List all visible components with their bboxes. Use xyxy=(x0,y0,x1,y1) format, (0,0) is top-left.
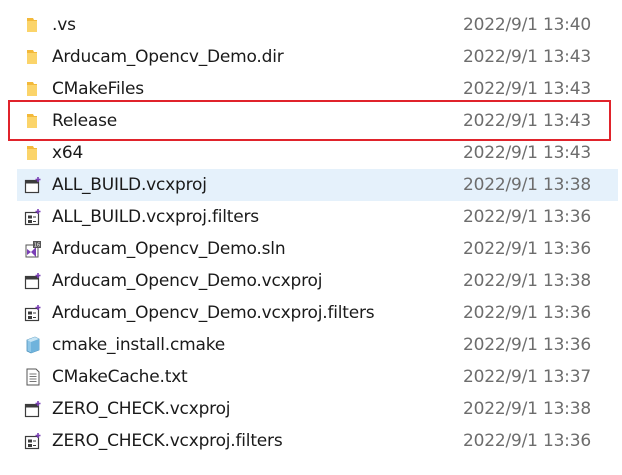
vcxproj-icon xyxy=(24,177,41,194)
file-name: Arducam_Opencv_Demo.vcxproj.filters xyxy=(52,303,375,323)
file-row-x64[interactable]: x64 2022/9/1 13:43 xyxy=(0,137,622,169)
folder-icon xyxy=(27,18,37,32)
file-name: x64 xyxy=(52,143,84,163)
visual-studio-solution-icon: 16 xyxy=(25,241,41,258)
file-name: CMakeFiles xyxy=(52,79,144,99)
vcxproj-icon xyxy=(24,401,41,418)
file-date: 2022/9/1 13:36 xyxy=(463,303,591,323)
file-row-vs[interactable]: .vs 2022/9/1 13:40 xyxy=(0,9,622,41)
svg-text:16: 16 xyxy=(34,243,40,249)
file-row-arducam-vcxproj[interactable]: Arducam_Opencv_Demo.vcxproj 2022/9/1 13:… xyxy=(0,265,622,297)
file-row-sln[interactable]: 16 Arducam_Opencv_Demo.sln 2022/9/1 13:3… xyxy=(0,233,622,265)
file-row-all-build-vcxproj[interactable]: ALL_BUILD.vcxproj 2022/9/1 13:38 xyxy=(17,169,618,201)
vcxproj-icon xyxy=(24,273,41,290)
vcxproj-filters-icon xyxy=(24,305,41,322)
file-row-cmakecache[interactable]: CMakeCache.txt 2022/9/1 13:37 xyxy=(0,361,622,393)
file-row-zero-check-vcxproj[interactable]: ZERO_CHECK.vcxproj 2022/9/1 13:38 xyxy=(0,393,622,425)
folder-icon xyxy=(27,146,37,160)
file-date: 2022/9/1 13:40 xyxy=(463,15,591,35)
file-name: ZERO_CHECK.vcxproj.filters xyxy=(52,431,283,451)
file-name: .vs xyxy=(52,15,76,35)
file-name: Release xyxy=(52,111,118,131)
file-date: 2022/9/1 13:37 xyxy=(463,367,591,387)
file-row-cmakefiles[interactable]: CMakeFiles 2022/9/1 13:43 xyxy=(0,73,622,105)
file-date: 2022/9/1 13:36 xyxy=(463,207,591,227)
file-row-cmake-install[interactable]: cmake_install.cmake 2022/9/1 13:36 xyxy=(0,329,622,361)
file-name: Arducam_Opencv_Demo.vcxproj xyxy=(52,271,323,291)
file-date: 2022/9/1 13:36 xyxy=(463,239,591,259)
file-name: ALL_BUILD.vcxproj xyxy=(52,175,207,195)
file-date: 2022/9/1 13:36 xyxy=(463,431,591,451)
file-row-arducam-dir[interactable]: Arducam_Opencv_Demo.dir 2022/9/1 13:43 xyxy=(0,41,622,73)
file-row-zero-check-filters[interactable]: ZERO_CHECK.vcxproj.filters 2022/9/1 13:3… xyxy=(0,425,622,457)
vcxproj-filters-icon xyxy=(24,209,41,226)
file-name: cmake_install.cmake xyxy=(52,335,226,355)
file-date: 2022/9/1 13:43 xyxy=(463,143,591,163)
file-date: 2022/9/1 13:43 xyxy=(463,79,591,99)
vcxproj-filters-icon xyxy=(24,433,41,450)
file-date: 2022/9/1 13:43 xyxy=(463,111,591,131)
file-date: 2022/9/1 13:38 xyxy=(463,271,591,291)
text-file-icon xyxy=(26,368,40,386)
file-name: ALL_BUILD.vcxproj.filters xyxy=(52,207,259,227)
file-date: 2022/9/1 13:38 xyxy=(463,175,591,195)
folder-icon xyxy=(27,82,37,96)
file-date: 2022/9/1 13:38 xyxy=(463,399,591,419)
file-row-all-build-filters[interactable]: ALL_BUILD.vcxproj.filters 2022/9/1 13:36 xyxy=(0,201,622,233)
file-name: ZERO_CHECK.vcxproj xyxy=(52,399,231,419)
file-name: CMakeCache.txt xyxy=(52,367,188,387)
folder-icon xyxy=(27,50,37,64)
folder-icon xyxy=(27,114,37,128)
file-name: Arducam_Opencv_Demo.sln xyxy=(52,239,286,259)
file-date: 2022/9/1 13:36 xyxy=(463,335,591,355)
file-list: .vs 2022/9/1 13:40 Arducam_Opencv_Demo.d… xyxy=(0,9,622,457)
file-row-arducam-filters[interactable]: Arducam_Opencv_Demo.vcxproj.filters 2022… xyxy=(0,297,622,329)
file-name: Arducam_Opencv_Demo.dir xyxy=(52,47,284,67)
file-date: 2022/9/1 13:43 xyxy=(463,47,591,67)
file-row-release[interactable]: Release 2022/9/1 13:43 xyxy=(0,105,622,137)
cmake-file-icon xyxy=(26,336,40,354)
